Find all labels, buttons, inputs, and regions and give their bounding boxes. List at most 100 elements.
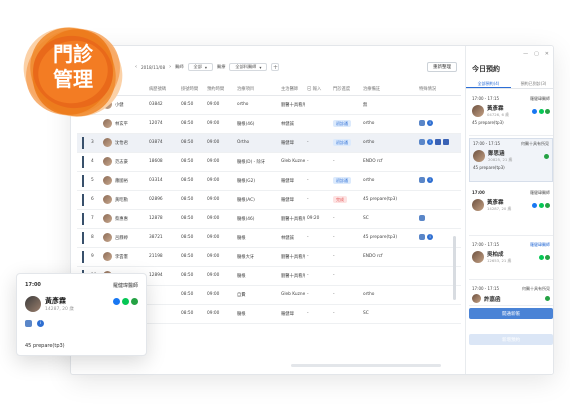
doctor: 羅健瑋 <box>279 190 305 210</box>
appointment-card[interactable]: 17:00 - 17:15 羅健瑋醫師 吳柏成 12653, 21 歲 <box>469 240 553 280</box>
row-marker <box>77 228 89 248</box>
vertical-scrollbar[interactable] <box>453 236 456 300</box>
progress-text: - <box>333 254 335 259</box>
patient-cell[interactable]: 蔡惠惠 <box>101 209 147 229</box>
appointment-time: 09:00 <box>205 209 235 229</box>
phone-icon[interactable] <box>545 202 550 208</box>
card-doctor: 羅健瑋醫師 <box>530 242 550 247</box>
register-time: 08:50 <box>179 285 205 305</box>
line-icon[interactable] <box>122 298 129 305</box>
checkin-time: - <box>305 133 331 153</box>
table-row[interactable]: 林玄平 12074 08:50 09:00 髓根(46) 林健誠 初診通 ortho i <box>77 114 461 134</box>
special-icons <box>417 304 461 324</box>
minimize-icon[interactable]: — <box>523 51 528 57</box>
row-number: 6 <box>89 190 101 210</box>
appointment-time: 09:00 <box>205 285 235 305</box>
facebook-icon[interactable] <box>532 202 537 208</box>
patient-cell[interactable]: 呂靜婷 <box>101 228 147 248</box>
table-row[interactable]: 6 黃昭勳 02896 08:50 09:00 髓根(AC) 羅健瑋 - 完成 45 prepar… <box>77 190 461 210</box>
treatment-note: ortho <box>361 133 417 153</box>
patient-cell[interactable]: 黃昭勳 <box>101 190 147 210</box>
table-row[interactable]: 7 蔡惠惠 1287808:5009:00髓根(46)劉醫十具看所見09:20- SC <box>77 209 461 229</box>
doctor-filter-select[interactable]: 全部 ▾ <box>187 63 214 71</box>
facebook-icon[interactable] <box>532 108 537 114</box>
patient-cell[interactable]: 李雲憲 <box>101 247 147 267</box>
checkin-time: - <box>305 152 331 172</box>
chart-number: 21198 <box>147 247 179 267</box>
appointment-card[interactable]: 17:00 - 17:15 何醫十具有所見 許嘉函 <box>469 284 553 306</box>
phone-icon[interactable] <box>544 153 549 159</box>
new-appointment-button[interactable]: 新增預約 <box>469 334 553 345</box>
checkin-time: 09:20 <box>305 209 331 229</box>
phone-icon[interactable] <box>545 254 550 260</box>
appointment-card[interactable]: 17:00 - 17:15 羅健瑋醫師 黃彥霖 04726, 6 歲 45 prep… <box>469 94 553 136</box>
progress-text: - <box>333 216 335 221</box>
progress-cell: - <box>331 152 361 172</box>
open-account-button[interactable]: 開通新帳 <box>469 308 553 319</box>
table-row[interactable]: 8 呂靜婷 38721 08:50 09:00 髓根 林健誠 - -45 prepare(tp3… <box>77 228 461 248</box>
next-date-icon[interactable]: › <box>169 64 171 70</box>
treatment-item: ortho <box>235 95 279 115</box>
prev-date-icon[interactable]: ‹ <box>135 64 137 70</box>
header-cell[interactable]: 已 報入 <box>305 83 331 96</box>
tab-all[interactable]: 全部預約(4) <box>466 79 511 88</box>
table-row[interactable]: 5 蕭國裕 03314 08:50 09:00 髓根(G2) 羅健瑋 - 初診通 ortho i <box>77 171 461 191</box>
appointment-card[interactable]: 17:00 - 17:15 何醫十具有所見 鄭思涵 20825, 21 歲 45 p… <box>469 138 553 182</box>
appointment-card[interactable]: 17:00 羅健瑋醫師 黃彥霖 14287, 20 歲 <box>469 188 553 236</box>
card-time: 17:00 - 17:15 <box>472 242 500 247</box>
chart-number <box>147 304 179 324</box>
patient-cell[interactable]: 蕭國裕 <box>101 171 147 191</box>
table-row[interactable]: 3 沈怡君 03874 08:50 09:00 Ortho 羅健瑋 - 初診通 ortho i <box>77 133 461 153</box>
treatment-note: SC <box>361 304 417 324</box>
line-icon[interactable] <box>538 108 544 114</box>
table-row[interactable]: 4 范志豪 1860808:5009:00髓根(D) - 除牙Gleb Kuznet… <box>77 152 461 172</box>
avatar <box>472 199 484 211</box>
today-appointments-panel: — ▢ ✕ 今日預約 全部預約(4) 預約已到診(3) 17:00 - 17:1… <box>465 46 553 374</box>
treatment-note: ortho <box>361 171 417 191</box>
appointment-time: 09:00 <box>205 247 235 267</box>
header-cell[interactable]: 特殊情況 <box>417 83 461 96</box>
date-display[interactable]: 2018/11/08 <box>141 65 165 70</box>
table-row[interactable]: 9李雲憲2119808:5009:00髓根大牙劉醫十具看所見--ENDO rcf <box>77 247 461 267</box>
phone-icon[interactable] <box>545 108 550 114</box>
add-filter-icon[interactable]: + <box>271 63 280 71</box>
appointment-time: 09:00 <box>205 152 235 172</box>
checkin-time <box>305 95 331 115</box>
header-cell[interactable]: 治療項目 <box>235 83 279 96</box>
appointment-popup-card[interactable]: 17:00 羅健瑋醫師 黃彥霖 14287, 20 歲 i 45 prepare… <box>16 273 147 356</box>
progress-cell: 初診通 <box>331 133 361 153</box>
maximize-icon[interactable]: ▢ <box>534 51 539 57</box>
register-time: 08:50 <box>179 228 205 248</box>
treatment-item: 自費 <box>235 285 279 305</box>
card-doctor: 何醫十具有所見 <box>522 286 550 291</box>
header-cell[interactable]: 主治醫師 <box>279 83 305 96</box>
chevron-down-icon: ▾ <box>259 64 262 70</box>
header-cell[interactable]: 掛號時間 <box>179 83 205 96</box>
tab-arrived[interactable]: 預約已到診(3) <box>511 79 553 88</box>
line-icon[interactable] <box>538 254 544 260</box>
special-icons: i <box>417 114 461 134</box>
header-cell[interactable]: 治療備註 <box>361 83 417 96</box>
dept-filter-select[interactable]: 全部科醫師 ▾ <box>229 63 268 71</box>
appointment-time: 09:00 <box>205 171 235 191</box>
user-group-icon <box>419 120 425 127</box>
table-row[interactable]: 小健0384208:5009:00ortho劉醫十具看所見無 <box>77 95 461 115</box>
row-marker-bar <box>82 193 84 206</box>
special-icons <box>417 190 461 210</box>
line-icon[interactable] <box>538 202 544 208</box>
horizontal-scrollbar[interactable] <box>291 364 441 367</box>
treatment-item: 髓根大牙 <box>235 247 279 267</box>
doctor: 林健誠 <box>279 114 305 134</box>
patient-cell[interactable]: 范志豪 <box>101 152 147 172</box>
patient-cell[interactable]: 沈怡君 <box>101 133 147 153</box>
header-cell[interactable]: 門診進度 <box>331 83 361 96</box>
progress-cell: - <box>331 266 361 286</box>
close-icon[interactable]: ✕ <box>545 51 549 57</box>
phone-icon[interactable] <box>545 296 550 301</box>
header-cell[interactable]: 病歷號碼 <box>147 83 179 96</box>
phone-icon[interactable] <box>131 298 138 305</box>
facebook-icon[interactable] <box>113 298 120 305</box>
header-cell[interactable]: 預約時間 <box>205 83 235 96</box>
doctor: Gleb Kuznetsov <box>279 285 305 305</box>
refresh-button[interactable]: 重新整理 <box>427 62 457 72</box>
